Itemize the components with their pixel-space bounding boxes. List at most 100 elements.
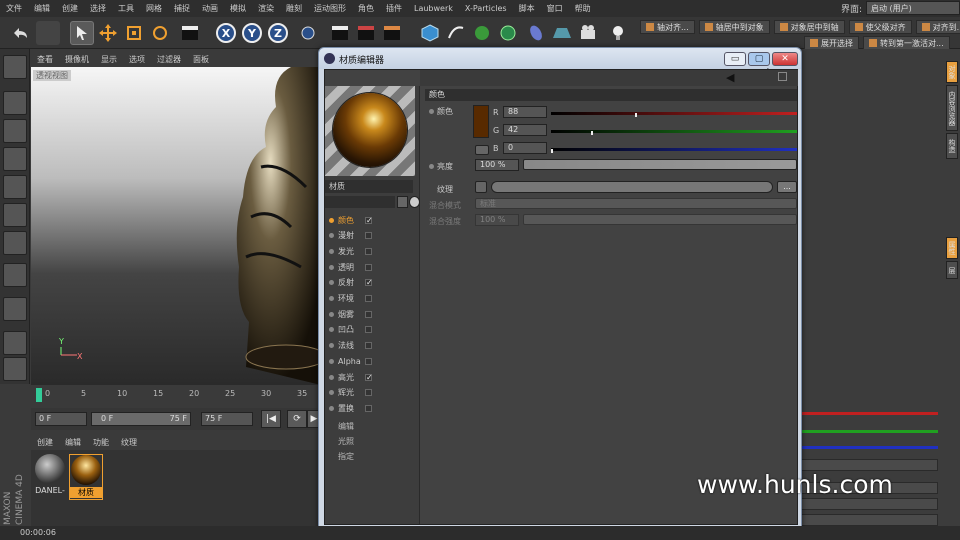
array-icon[interactable] (496, 21, 520, 45)
channel-checkbox[interactable]: ✓ (365, 216, 373, 224)
start-frame-field[interactable]: 0 F (35, 412, 87, 426)
select-tool-icon[interactable] (70, 21, 94, 45)
channel-item[interactable]: 凹凸 (329, 323, 415, 337)
render-settings-icon[interactable] (380, 21, 404, 45)
snap-icon[interactable] (3, 297, 27, 321)
command-button[interactable]: 展开选择 (804, 35, 859, 50)
axis-mode-icon[interactable] (3, 263, 27, 287)
material-name-field[interactable]: 材质 (325, 180, 413, 193)
model-mode-icon[interactable] (3, 91, 27, 115)
record-keys-icon[interactable]: ⟳ (287, 410, 307, 428)
channel-checkbox[interactable]: ✓ (365, 373, 373, 381)
r-slider[interactable] (551, 112, 797, 117)
channel-checkbox[interactable] (365, 326, 372, 334)
coordinate-system-icon[interactable] (296, 21, 320, 45)
channel-item[interactable]: 颜色 ✓ (329, 213, 415, 227)
grid-icon[interactable] (3, 357, 27, 381)
command-button[interactable]: 对象居中到轴 (773, 19, 845, 34)
channel-checkbox[interactable] (365, 295, 372, 302)
make-editable-icon[interactable] (3, 55, 27, 79)
workplane-mode-icon[interactable] (3, 147, 27, 171)
command-button[interactable]: 轴居中到对象 (698, 19, 770, 34)
brightness-slider[interactable] (523, 159, 797, 170)
channel-extra-item[interactable]: 编辑 (338, 421, 354, 432)
material-menu-item[interactable]: 创建 (31, 437, 59, 448)
viewport[interactable]: 透视视图 Y X (31, 67, 321, 385)
deformer-icon[interactable] (524, 21, 548, 45)
viewport-menu-item[interactable]: 摄像机 (59, 54, 95, 65)
menu-item[interactable]: 脚本 (513, 3, 541, 14)
menu-item[interactable]: Laubwerk (408, 4, 459, 13)
channel-item[interactable]: 辉光 (329, 386, 415, 400)
channel-checkbox[interactable] (365, 232, 372, 240)
undo-icon[interactable] (8, 21, 32, 45)
dialog-titlebar[interactable]: 材质编辑器 ▭ ▢ ✕ (319, 48, 801, 69)
blend-strength-field[interactable]: 100 % (475, 214, 519, 226)
cube-primitive-icon[interactable] (418, 21, 442, 45)
menu-item[interactable]: 渲染 (252, 3, 280, 14)
color-anim-dot[interactable] (429, 109, 434, 114)
r-knob[interactable] (635, 113, 638, 117)
channel-checkbox[interactable] (365, 357, 372, 365)
command-button[interactable]: 对齐到... (915, 19, 960, 34)
nurbs-icon[interactable] (470, 21, 494, 45)
material-menu-item[interactable]: 纹理 (115, 437, 143, 448)
end-frame-field[interactable]: 75 F (201, 412, 253, 426)
menu-item[interactable]: 编辑 (28, 3, 56, 14)
material-item-selected[interactable]: 材质 (69, 454, 103, 500)
workplane-lock-icon[interactable] (3, 331, 27, 355)
channel-item[interactable]: 反射 ✓ (329, 276, 415, 290)
tab-structure[interactable]: 构造 (946, 133, 958, 159)
polygons-mode-icon[interactable] (3, 231, 27, 255)
color-swatch[interactable] (473, 105, 489, 138)
material-item-danel[interactable]: DANEL- (33, 454, 67, 500)
scale-tool-icon[interactable] (122, 21, 146, 45)
texture-arrow-button[interactable] (475, 181, 487, 193)
next-arrow-icon[interactable] (397, 196, 408, 208)
menu-item[interactable]: 模拟 (224, 3, 252, 14)
menu-item[interactable]: 选择 (84, 3, 112, 14)
texture-browse-button[interactable]: ... (777, 181, 797, 193)
g-slider[interactable] (551, 130, 797, 135)
viewport-menu-item[interactable]: 面板 (187, 54, 215, 65)
brightness-anim-dot[interactable] (429, 164, 434, 169)
channel-item[interactable]: 漫射 (329, 229, 415, 243)
frame-range-slider[interactable]: 0 F 75 F (91, 412, 191, 426)
tab-layers[interactable]: 层 (946, 261, 958, 279)
statue-model[interactable] (231, 67, 321, 385)
channel-item[interactable]: Alpha (329, 354, 415, 368)
edges-mode-icon[interactable] (3, 203, 27, 227)
channel-item[interactable]: 法线 (329, 339, 415, 353)
render-picture-icon[interactable] (354, 21, 378, 45)
render-view-icon[interactable] (328, 21, 352, 45)
camera-icon[interactable] (578, 21, 602, 45)
channel-item[interactable]: 环境 (329, 292, 415, 306)
g-value-field[interactable]: 42 (503, 124, 547, 136)
menu-item[interactable]: 工具 (112, 3, 140, 14)
clapper-icon[interactable] (178, 21, 202, 45)
color-picker-button[interactable] (475, 145, 489, 155)
spline-pen-icon[interactable] (444, 21, 468, 45)
goto-start-icon[interactable]: |◀ (261, 410, 281, 428)
r-value-field[interactable]: 88 (503, 106, 547, 118)
points-mode-icon[interactable] (3, 175, 27, 199)
light-icon[interactable] (606, 21, 630, 45)
channel-checkbox[interactable] (365, 404, 372, 412)
viewport-menu-item[interactable]: 选项 (123, 54, 151, 65)
tab-objects[interactable]: 对象 (946, 61, 958, 83)
timeline-ruler[interactable]: 0 5 10 15 20 25 30 35 (31, 386, 321, 406)
channel-item[interactable]: 置换 (329, 401, 415, 415)
x-axis-lock-icon[interactable]: X (216, 23, 236, 43)
minimize-button[interactable]: ▭ (724, 52, 746, 66)
maximize-button[interactable]: ▢ (748, 52, 770, 66)
command-button[interactable]: 转到第一激活对... (863, 35, 950, 50)
viewport-menu-item[interactable]: 查看 (31, 54, 59, 65)
y-axis-lock-icon[interactable]: Y (242, 23, 262, 43)
rotate-tool-icon[interactable] (148, 21, 172, 45)
channel-item[interactable]: 高光 ✓ (329, 370, 415, 384)
blend-mode-select[interactable]: 标准 (475, 198, 797, 209)
menu-item[interactable]: 插件 (380, 3, 408, 14)
search-icon[interactable] (409, 196, 420, 208)
back-arrow-icon[interactable]: ◀ (726, 71, 734, 84)
menu-item[interactable]: X-Particles (459, 4, 513, 13)
